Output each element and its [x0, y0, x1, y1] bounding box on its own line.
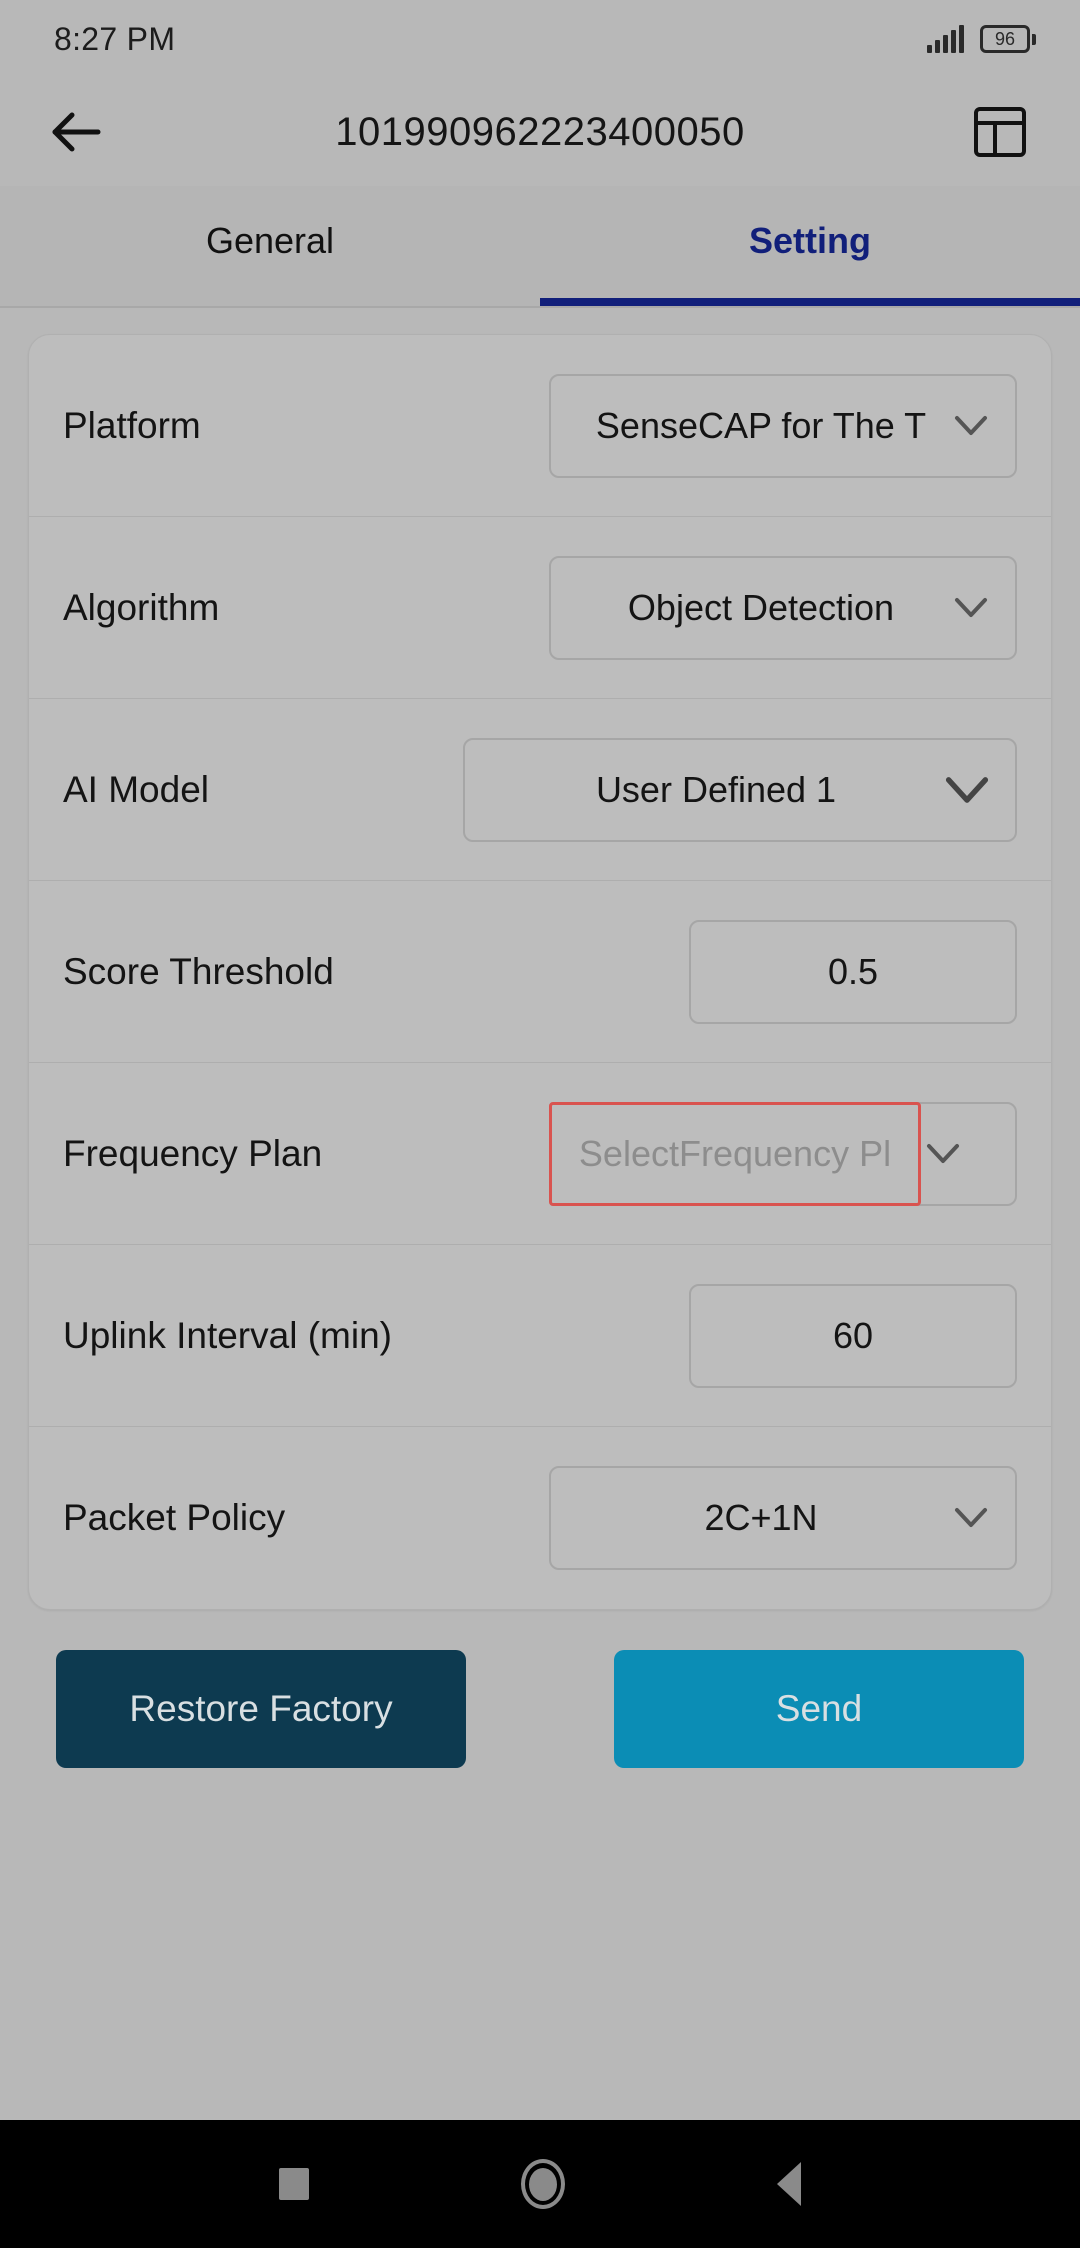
setting-label-platform: Platform	[63, 404, 201, 446]
tab-bar: General Setting	[0, 186, 1080, 308]
frequency-plan-select[interactable]: SelectFrequency Pl	[549, 1101, 1017, 1206]
settings-content: Platform SenseCAP for The T Algorithm Ob…	[0, 308, 1080, 1768]
score-threshold-input[interactable]: 0.5	[689, 919, 1017, 1024]
back-arrow-icon[interactable]	[40, 96, 112, 168]
battery-level: 96	[994, 29, 1016, 49]
frequency-plan-placeholder: SelectFrequency Pl	[578, 1132, 892, 1174]
chevron-down-icon	[949, 1507, 993, 1529]
setting-label-algorithm: Algorithm	[63, 586, 220, 628]
app-bar: 101990962223400050	[0, 78, 1080, 186]
battery-icon: 96	[980, 25, 1036, 53]
setting-row-algorithm: Algorithm Object Detection	[29, 517, 1051, 699]
setting-label-ai-model: AI Model	[63, 768, 210, 810]
status-bar: 8:27 PM 96	[0, 0, 1080, 78]
setting-row-uplink-interval: Uplink Interval (min) 60	[29, 1245, 1051, 1427]
android-nav-bar	[0, 2120, 1080, 2248]
triangle-back-icon[interactable]	[777, 2162, 801, 2206]
tab-general[interactable]: General	[0, 186, 540, 306]
setting-label-packet-policy: Packet Policy	[63, 1497, 286, 1538]
chevron-down-icon	[949, 597, 993, 619]
algorithm-select[interactable]: Object Detection	[549, 555, 1017, 660]
setting-label-score-threshold: Score Threshold	[63, 950, 334, 992]
signal-bars-icon	[927, 25, 964, 53]
page-title: 101990962223400050	[335, 109, 745, 154]
setting-row-ai-model: AI Model User Defined 1	[29, 699, 1051, 881]
ai-model-select[interactable]: User Defined 1	[463, 737, 1017, 842]
send-button[interactable]: Send	[614, 1650, 1024, 1768]
square-recents-icon[interactable]	[279, 2168, 309, 2200]
platform-value: SenseCAP for The T	[595, 404, 927, 446]
restore-factory-button[interactable]: Restore Factory	[56, 1650, 466, 1768]
setting-label-frequency-plan: Frequency Plan	[63, 1132, 323, 1174]
packet-policy-value: 2C+1N	[704, 1497, 818, 1538]
uplink-interval-input[interactable]: 60	[689, 1283, 1017, 1388]
tab-setting[interactable]: Setting	[540, 186, 1080, 306]
ai-model-value: User Defined 1	[595, 768, 837, 810]
frequency-plan-error-box[interactable]: SelectFrequency Pl	[549, 1101, 921, 1206]
action-buttons: Restore Factory Send	[28, 1610, 1052, 1768]
score-threshold-value: 0.5	[827, 950, 879, 992]
uplink-interval-value: 60	[832, 1314, 874, 1356]
panel-layout-icon[interactable]	[964, 96, 1036, 168]
setting-label-uplink-interval: Uplink Interval (min)	[63, 1314, 392, 1356]
chevron-down-icon	[921, 1143, 965, 1165]
packet-policy-select[interactable]: 2C+1N	[549, 1466, 1017, 1570]
chevron-down-icon	[945, 775, 989, 805]
platform-select[interactable]: SenseCAP for The T	[549, 373, 1017, 478]
circle-home-icon[interactable]	[521, 2159, 565, 2209]
setting-row-frequency-plan: Frequency Plan SelectFrequency Pl	[29, 1063, 1051, 1245]
algorithm-value: Object Detection	[627, 586, 895, 628]
setting-row-platform: Platform SenseCAP for The T	[29, 335, 1051, 517]
status-icons: 96	[927, 25, 1036, 53]
chevron-down-icon	[949, 415, 993, 437]
status-time: 8:27 PM	[54, 20, 176, 57]
setting-row-score-threshold: Score Threshold 0.5	[29, 881, 1051, 1063]
settings-card: Platform SenseCAP for The T Algorithm Ob…	[28, 334, 1052, 1610]
setting-row-packet-policy: Packet Policy 2C+1N	[29, 1427, 1051, 1609]
